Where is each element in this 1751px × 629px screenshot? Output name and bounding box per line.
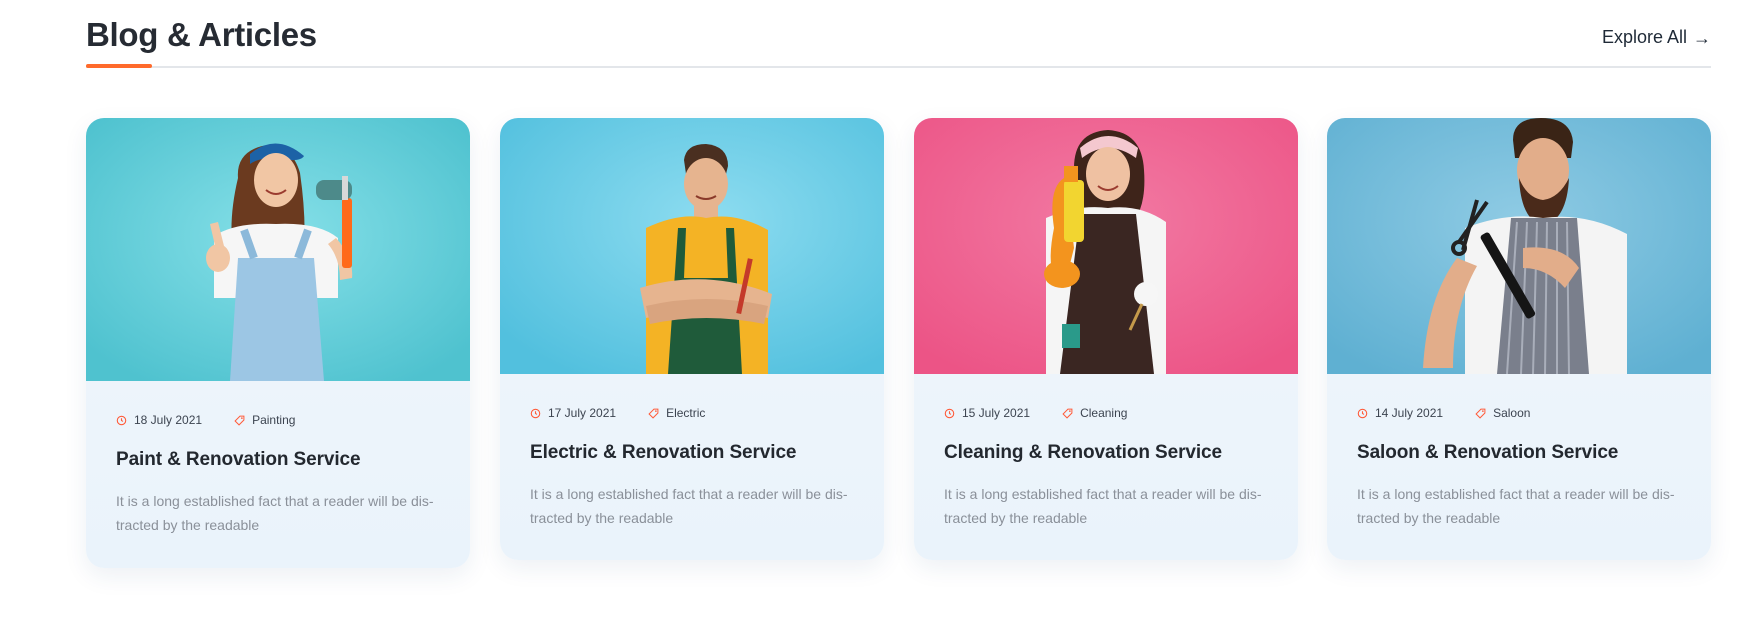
- cleaner-photo: [914, 118, 1298, 374]
- card-excerpt: It is a long established fact that a rea…: [116, 493, 434, 533]
- card-category[interactable]: Saloon: [1475, 406, 1530, 420]
- card-excerpt: It is a long established fact that a rea…: [944, 486, 1262, 526]
- clock-icon: [530, 408, 541, 418]
- section-title: Blog & Articles: [86, 16, 317, 53]
- card-category[interactable]: Cleaning: [1062, 406, 1127, 420]
- card-excerpt: It is a long established fact that a rea…: [1357, 486, 1675, 526]
- card-date-text: 17 July 2021: [548, 406, 617, 420]
- card-date-text: 18 July 2021: [134, 413, 203, 427]
- card-meta: 15 July 2021 Cleaning: [944, 404, 1268, 422]
- card-title[interactable]: Paint & Renovation Service: [116, 449, 440, 471]
- card-body: 17 July 2021 Electric Electric & Renovat…: [500, 374, 884, 530]
- card-title[interactable]: Saloon & Renovation Service: [1357, 442, 1681, 464]
- card-image-barber[interactable]: [1327, 118, 1711, 374]
- card-category[interactable]: Electric: [648, 406, 705, 420]
- arrow-right-icon: →: [1693, 27, 1711, 48]
- card-category[interactable]: Painting: [234, 413, 295, 427]
- electrician-photo: [500, 118, 884, 374]
- card-excerpt: It is a long established fact that a rea…: [530, 486, 848, 526]
- card-date-text: 14 July 2021: [1375, 406, 1444, 420]
- explore-all-link[interactable]: Explore All →: [1602, 27, 1711, 48]
- blog-section-header: Blog & Articles Explore All →: [86, 0, 1711, 70]
- clock-icon: [1357, 408, 1368, 418]
- barber-photo: [1327, 118, 1711, 374]
- card-date-text: 15 July 2021: [962, 406, 1031, 420]
- card-category-text: Painting: [252, 413, 296, 427]
- header-divider: [86, 66, 1711, 68]
- card-image-painter[interactable]: [86, 118, 470, 381]
- card-meta: 17 July 2021 Electric: [530, 404, 854, 422]
- painter-photo: [86, 118, 470, 381]
- tag-icon: [648, 408, 659, 419]
- card-title[interactable]: Electric & Renovation Service: [530, 442, 854, 464]
- card-image-electrician[interactable]: [500, 118, 884, 374]
- blog-card-list: 18 July 2021 Painting Paint & Renovation…: [86, 118, 1711, 578]
- card-meta: 18 July 2021 Painting: [116, 411, 440, 429]
- blog-card[interactable]: 17 July 2021 Electric Electric & Renovat…: [500, 118, 884, 560]
- card-body: 18 July 2021 Painting Paint & Renovation…: [86, 381, 470, 537]
- blog-card[interactable]: 15 July 2021 Cleaning Cleaning & Renovat…: [914, 118, 1298, 560]
- card-body: 14 July 2021 Saloon Saloon & Renovation …: [1327, 374, 1711, 530]
- explore-all-label: Explore All: [1601, 27, 1687, 47]
- card-image-cleaner[interactable]: [914, 118, 1298, 374]
- clock-icon: [944, 408, 955, 418]
- card-title[interactable]: Cleaning & Renovation Service: [944, 442, 1268, 464]
- tag-icon: [234, 415, 245, 426]
- tag-icon: [1475, 408, 1486, 419]
- card-date: 17 July 2021: [530, 406, 616, 420]
- tag-icon: [1062, 408, 1073, 419]
- card-meta: 14 July 2021 Saloon: [1357, 404, 1681, 422]
- card-category-text: Electric: [666, 406, 706, 420]
- card-date: 15 July 2021: [944, 406, 1030, 420]
- card-category-text: Cleaning: [1080, 406, 1128, 420]
- card-date: 18 July 2021: [116, 413, 202, 427]
- clock-icon: [116, 415, 127, 425]
- card-body: 15 July 2021 Cleaning Cleaning & Renovat…: [914, 374, 1298, 530]
- card-date: 14 July 2021: [1357, 406, 1443, 420]
- blog-card[interactable]: 18 July 2021 Painting Paint & Renovation…: [86, 118, 470, 568]
- header-accent-bar: [86, 64, 152, 68]
- blog-card[interactable]: 14 July 2021 Saloon Saloon & Renovation …: [1327, 118, 1711, 560]
- card-category-text: Saloon: [1493, 406, 1531, 420]
